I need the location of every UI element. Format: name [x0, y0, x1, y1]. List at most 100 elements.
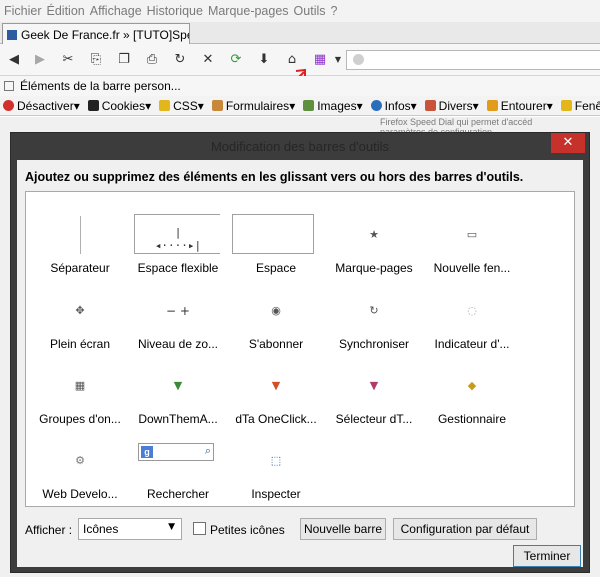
space-icon — [232, 214, 314, 254]
sync-icon[interactable]: ⟳ — [228, 51, 244, 67]
palette-item-dta-selector[interactable]: ▼ Sélecteur dT... — [326, 365, 422, 426]
menu-historique[interactable]: Historique — [147, 4, 203, 18]
sync-icon: ↻ — [369, 304, 379, 317]
palette-item-dta-oneclick[interactable]: ▼ dTa OneClick... — [228, 365, 324, 426]
show-label: Afficher : — [25, 523, 73, 537]
search-icon: ⌕ — [204, 444, 211, 457]
chevron-down-icon: ▼ — [168, 522, 175, 532]
manager-icon: ◆ — [467, 379, 477, 392]
menu-fichier[interactable]: Fichier — [4, 4, 42, 18]
pencil-icon — [560, 100, 572, 111]
downthemall-icon: ▼ — [173, 379, 183, 392]
webdev-window[interactable]: Fenêtre▾ — [560, 99, 600, 113]
show-mode-select[interactable]: Icônes ▼ — [78, 518, 182, 540]
webdev-misc[interactable]: Divers ▾ — [424, 99, 479, 113]
menu-bar: Fichier Édition Affichage Historique Mar… — [0, 0, 600, 22]
palette-item-space[interactable]: Espace — [228, 214, 324, 275]
palette-item-tab-groups[interactable]: ▦ Groupes d'on... — [32, 365, 128, 426]
separator-icon — [80, 216, 81, 254]
webdev-images[interactable]: Images ▾ — [303, 99, 363, 113]
folder-icon — [424, 100, 436, 111]
dialog-title: Modification des barres d'outils — [210, 139, 390, 154]
palette-item-web-developer[interactable]: ⚙ Web Develo... — [32, 440, 128, 501]
pencil-icon — [486, 100, 498, 111]
web-developer-toolbar: Désactiver ▾ Cookies ▾ CSS ▾ Formulaires ▾ I… — [0, 96, 600, 116]
url-bar[interactable] — [346, 50, 600, 70]
tab-groups-icon: ▦ — [74, 379, 86, 392]
palette-item-bookmarks[interactable]: ★ Marque-pages — [326, 214, 422, 275]
palette-item-flexible-space[interactable]: |◂····▸| Espace flexible — [130, 214, 226, 275]
form-icon — [211, 100, 223, 111]
menu-help[interactable]: ? — [331, 4, 338, 18]
webdev-disable[interactable]: Désactiver ▾ — [3, 99, 80, 113]
small-icons-checkbox[interactable] — [193, 522, 206, 535]
restore-default-button[interactable]: Configuration par défaut — [393, 518, 537, 540]
palette-item-new-window[interactable]: ▭ Nouvelle fen... — [424, 214, 520, 275]
bookmark-star-icon: ★ — [369, 228, 379, 241]
tab-title: Geek De France.fr » [TUTO]Spee... — [21, 27, 189, 42]
globe-icon — [353, 54, 364, 65]
menu-outils[interactable]: Outils — [294, 4, 326, 18]
speed-dial-grid-icon[interactable]: ▦ — [312, 51, 328, 67]
tab-strip: Geek De France.fr » [TUTO]Spee... — [0, 22, 600, 45]
palette-item-sync[interactable]: ↻ Synchroniser — [326, 290, 422, 351]
copy-icon[interactable]: ❐ — [116, 51, 132, 67]
webdev-css[interactable]: CSS ▾ — [159, 99, 204, 113]
download-icon[interactable]: ⬇ — [256, 51, 272, 67]
site-favicon-icon — [7, 29, 17, 40]
person-icon — [87, 100, 99, 111]
palette-item-zoom[interactable]: − + Niveau de zo... — [130, 290, 226, 351]
menu-edition[interactable]: Édition — [47, 4, 85, 18]
home-icon[interactable]: ⌂ — [284, 51, 300, 67]
bookmark-item-icon — [4, 81, 14, 91]
loading-indicator-icon: ◌ — [467, 304, 477, 317]
menu-marque-pages[interactable]: Marque-pages — [208, 4, 289, 18]
search-box-preview: g ⌕ — [138, 443, 214, 461]
cut-icon[interactable]: ✂ — [60, 51, 76, 67]
flexible-space-icon: |◂····▸| — [154, 226, 202, 252]
google-logo-icon: g — [141, 446, 153, 458]
menu-affichage[interactable]: Affichage — [90, 4, 142, 18]
webdev-cookies[interactable]: Cookies ▾ — [87, 99, 151, 113]
dialog-body: Ajoutez ou supprimez des éléments en les… — [17, 160, 583, 567]
chevron-down-icon[interactable]: ▼ — [330, 51, 346, 67]
bookmarks-toolbar-items[interactable]: Éléments de la barre person... — [20, 79, 181, 93]
palette-item-manager[interactable]: ◆ Gestionnaire — [424, 365, 520, 426]
webdev-forms[interactable]: Formulaires ▾ — [211, 99, 295, 113]
image-icon — [303, 100, 315, 111]
palette-item-separator[interactable]: Séparateur — [32, 214, 128, 275]
clipboard-icon[interactable]: ⎘ — [88, 51, 104, 67]
rss-icon: ◉ — [271, 304, 281, 317]
palette-item-fullscreen[interactable]: ✥ Plein écran — [32, 290, 128, 351]
reload-icon[interactable]: ↻ — [172, 51, 188, 67]
customize-toolbar-dialog: Modification des barres d'outils ✕ Ajout… — [10, 132, 590, 573]
close-icon[interactable]: ✕ — [551, 133, 585, 153]
palette-item-inspect[interactable]: ⬚ Inspecter — [228, 440, 324, 501]
gear-icon: ⚙ — [75, 454, 85, 467]
stop-icon[interactable]: ✕ — [200, 51, 216, 67]
dta-selector-icon: ▼ — [369, 379, 379, 392]
inspect-icon: ⬚ — [270, 454, 282, 467]
toolbar-item-palette: Séparateur |◂····▸| Espace flexible Espa… — [25, 191, 575, 507]
palette-item-search[interactable]: g ⌕ Rechercher — [130, 440, 226, 501]
browser-tab[interactable]: Geek De France.fr » [TUTO]Spee... — [2, 23, 190, 45]
instruction-text: Ajoutez ou supprimez des éléments en les… — [25, 170, 524, 184]
no-entry-icon — [3, 100, 14, 111]
palette-item-downthemall[interactable]: ▼ DownThemA... — [130, 365, 226, 426]
webdev-infos[interactable]: Infos ▾ — [370, 99, 417, 113]
palette-item-activity-indicator[interactable]: ◌ Indicateur d'... — [424, 290, 520, 351]
forward-arrow-icon[interactable]: ▶ — [32, 51, 48, 67]
fullscreen-icon: ✥ — [75, 304, 85, 317]
back-arrow-icon[interactable]: ◀ — [6, 51, 22, 67]
dialog-controls: Afficher : Icônes ▼ Petites icônes Nouve… — [25, 518, 585, 542]
info-icon — [370, 100, 382, 111]
zoom-icon: − + — [166, 304, 190, 318]
pencil-icon — [159, 100, 171, 111]
finish-button[interactable]: Terminer — [513, 545, 581, 567]
small-icons-label: Petites icônes — [210, 523, 285, 537]
palette-item-subscribe[interactable]: ◉ S'abonner — [228, 290, 324, 351]
dta-oneclick-icon: ▼ — [271, 379, 281, 392]
webdev-outline[interactable]: Entourer ▾ — [486, 99, 553, 113]
new-toolbar-button[interactable]: Nouvelle barre — [300, 518, 386, 540]
print-icon[interactable]: ⎙ — [144, 51, 160, 67]
